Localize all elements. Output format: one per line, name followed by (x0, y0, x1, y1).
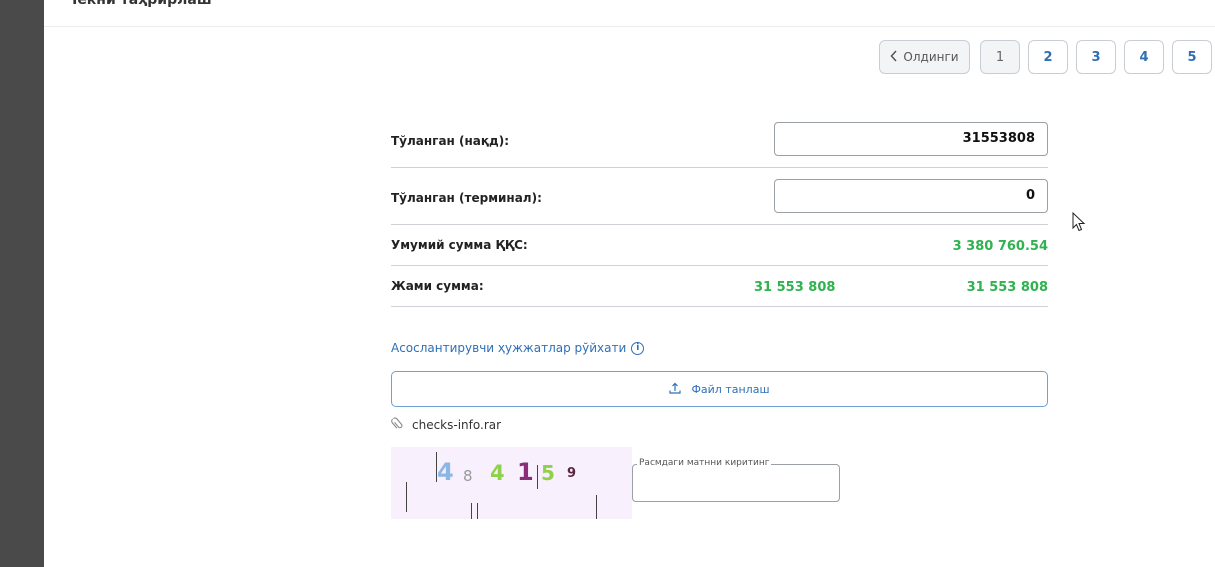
prev-page-button[interactable]: Олдинги (879, 40, 970, 74)
prev-page-label: Олдинги (903, 50, 959, 64)
attached-file[interactable]: checks-info.rar (391, 416, 502, 433)
grand-total-row: Жами сумма: 31 553 808 31 553 808 (391, 266, 1048, 307)
captcha-input[interactable]: Расмдаги матнни киритинг (632, 458, 840, 502)
captcha-char: 1 (517, 458, 534, 486)
file-select-label: Файл танлаш (691, 382, 770, 396)
captcha-char: 5 (541, 461, 555, 485)
file-select-button[interactable]: Файл танлаш (391, 371, 1048, 407)
page-button-1[interactable]: 1 (980, 40, 1020, 74)
captcha-noise-line (406, 482, 407, 512)
page-header: Чекни таҳрирлаш (44, 0, 1215, 27)
paperclip-icon (390, 415, 409, 434)
vat-total-value: 3 380 760.54 (952, 239, 1048, 254)
page-button-5[interactable]: 5 (1172, 40, 1212, 74)
attached-file-name: checks-info.rar (412, 417, 502, 432)
captcha-input-label: Расмдаги матнни киритинг (637, 458, 772, 468)
captcha-noise-line (471, 503, 472, 519)
page-button-2[interactable]: 2 (1028, 40, 1068, 74)
captcha-char: 4 (437, 458, 454, 486)
captcha-char: 9 (567, 466, 577, 481)
mouse-cursor-icon (1072, 211, 1086, 232)
paid-terminal-input[interactable]: 0 (774, 179, 1048, 213)
page-title: Чекни таҳрирлаш (66, 0, 212, 8)
info-icon[interactable]: i (631, 341, 645, 355)
paid-cash-row: Тўланган (нақд): 31553808 (391, 122, 1048, 168)
upload-icon (669, 382, 682, 397)
documents-list-link[interactable]: Асослантирувчи ҳужжатлар рўйхати i (391, 341, 645, 355)
captcha-noise-line (596, 495, 597, 519)
vat-total-label: Умумий сумма ҚҚС: (391, 238, 528, 252)
vat-total-row: Умумий сумма ҚҚС: 3 380 760.54 (391, 225, 1048, 266)
paid-cash-label: Тўланган (нақд): (391, 134, 510, 148)
captcha-noise-line (477, 503, 478, 519)
page-button-4[interactable]: 4 (1124, 40, 1164, 74)
paid-terminal-row: Тўланган (терминал): 0 (391, 179, 1048, 225)
paid-cash-input[interactable]: 31553808 (774, 122, 1048, 156)
captcha-image: 4 8 4 1 5 9 (391, 447, 632, 519)
grand-total-label: Жами сумма: (391, 279, 484, 293)
grand-total-value-left: 31 553 808 (754, 280, 836, 295)
captcha-char: 4 (490, 461, 505, 485)
grand-total-value-right: 31 553 808 (966, 280, 1048, 295)
pagination: Олдинги 1 2 3 4 5 (879, 40, 1212, 74)
paid-terminal-label: Тўланган (терминал): (391, 191, 542, 205)
documents-list-label: Асослантирувчи ҳужжатлар рўйхати (391, 341, 627, 355)
chevron-left-icon (890, 49, 898, 65)
left-rail (0, 0, 44, 567)
captcha-char: 8 (463, 467, 473, 485)
captcha-noise-line (537, 465, 538, 489)
page-button-3[interactable]: 3 (1076, 40, 1116, 74)
